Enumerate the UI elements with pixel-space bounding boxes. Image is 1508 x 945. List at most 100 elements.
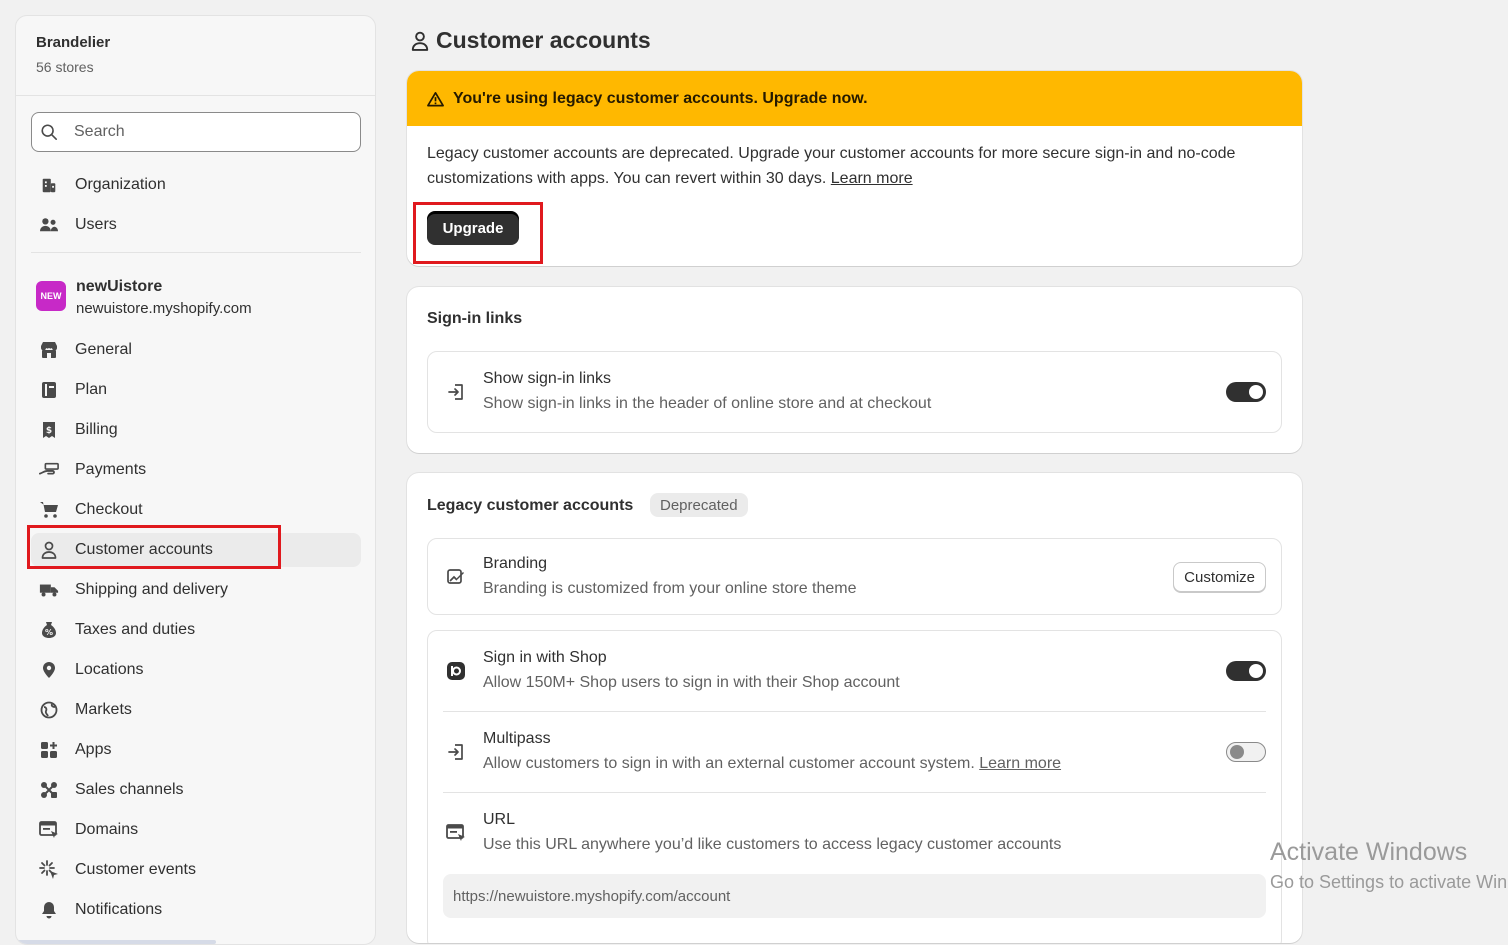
multipass-toggle[interactable] [1226, 742, 1266, 762]
sidebar-item-domains[interactable]: Domains [31, 813, 361, 847]
sidebar-item-label: Checkout [75, 501, 143, 518]
sidebar-item-apps[interactable]: Apps [31, 733, 361, 767]
sidebar-item-general[interactable]: General [31, 333, 361, 367]
sidebar-item-checkout[interactable]: Checkout [31, 493, 361, 527]
cart-icon [39, 500, 59, 520]
sidebar-item-sales-channels[interactable]: Sales channels [31, 773, 361, 807]
svg-text:%: % [45, 628, 53, 637]
image-brush-icon [445, 566, 467, 588]
sidebar-item-organization[interactable]: Organization [31, 168, 361, 202]
sidebar-item-notifications[interactable]: Notifications [31, 893, 361, 927]
users-icon [39, 215, 59, 235]
page-title: Customer accounts [410, 27, 651, 54]
settings-sidebar: Brandelier 56 stores Organization Users … [15, 15, 376, 945]
person-icon [410, 31, 430, 51]
warning-icon [427, 91, 444, 107]
sign-in-with-shop-toggle[interactable] [1226, 661, 1266, 681]
sidebar-item-billing[interactable]: $ Billing [31, 413, 361, 447]
store-switcher[interactable]: NEW newUistore newuistore.myshopify.com [36, 278, 252, 317]
search-box[interactable] [31, 112, 361, 152]
row-title: Sign in with Shop [483, 649, 607, 666]
row-title: URL [483, 811, 516, 828]
sidebar-item-label: Notifications [75, 901, 163, 918]
row-description: Branding is customized from your online … [483, 580, 857, 597]
row-title: Branding [483, 555, 548, 572]
show-sign-in-links-toggle[interactable] [1226, 382, 1266, 402]
sidebar-item-label: Sales channels [75, 781, 184, 798]
sidebar-item-markets[interactable]: Markets [31, 693, 361, 727]
show-sign-in-links-row: Show sign-in links Show sign-in links in… [427, 351, 1282, 433]
legacy-customer-accounts-card: Legacy customer accounts Deprecated Bran… [407, 473, 1302, 943]
sidebar-item-label: Locations [75, 661, 144, 678]
sidebar-item-label: Shipping and delivery [75, 581, 228, 598]
customize-button[interactable]: Customize [1173, 562, 1266, 592]
svg-text:$: $ [46, 426, 52, 436]
banner-header: You're using legacy customer accounts. U… [407, 71, 1302, 126]
domain-icon [39, 820, 59, 840]
row-description: Use this URL anywhere you’d like custome… [483, 836, 1062, 853]
tax-icon: % [39, 620, 59, 640]
row-divider [443, 792, 1266, 793]
sidebar-item-label: Apps [75, 741, 112, 758]
location-pin-icon [39, 660, 59, 680]
sidebar-item-label: Markets [75, 701, 132, 718]
row-divider [443, 711, 1266, 712]
payments-icon [39, 460, 59, 480]
learn-more-link[interactable]: Learn more [831, 170, 913, 187]
search-input[interactable] [72, 122, 336, 142]
sidebar-item-customer-events[interactable]: Customer events [31, 853, 361, 887]
sidebar-item-customer-accounts[interactable]: Customer accounts [31, 533, 361, 567]
banner-heading: You're using legacy customer accounts. U… [453, 89, 868, 107]
banner-body: Legacy customer accounts are deprecated.… [407, 126, 1302, 191]
legacy-settings-group: Sign in with Shop Allow 150M+ Shop users… [427, 630, 1282, 943]
row-description: Allow 150M+ Shop users to sign in with t… [483, 674, 900, 691]
sign-in-arrow-icon [445, 741, 467, 763]
plan-icon [39, 380, 59, 400]
row-description: Allow customers to sign in with an exter… [483, 755, 1061, 773]
upgrade-button[interactable]: Upgrade [427, 212, 519, 245]
sidebar-item-payments[interactable]: Payments [31, 453, 361, 487]
organization-name: Brandelier [36, 34, 111, 51]
branding-row: Branding Branding is customized from you… [427, 538, 1282, 615]
sidebar-item-label: Plan [75, 381, 108, 398]
row-title: Show sign-in links [483, 370, 612, 387]
sidebar-item-label: Taxes and duties [75, 621, 196, 638]
url-browser-icon [445, 822, 467, 844]
building-icon [39, 175, 59, 195]
sidebar-item-label: General [75, 341, 132, 358]
multipass-description-text: Allow customers to sign in with an exter… [483, 755, 975, 772]
search-icon [40, 123, 58, 141]
sidebar-item-label: Customer events [75, 861, 196, 878]
row-description: Show sign-in links in the header of onli… [483, 395, 932, 412]
legacy-accounts-title: Legacy customer accounts [427, 497, 634, 514]
sign-in-arrow-icon [445, 381, 467, 403]
receipt-icon: $ [39, 420, 59, 440]
sidebar-scrollbar[interactable] [16, 940, 216, 944]
store-name: newUistore [76, 278, 163, 295]
person-icon [39, 540, 59, 560]
bell-icon [39, 900, 59, 920]
page-title-text: Customer accounts [436, 27, 651, 53]
sidebar-item-label: Users [75, 216, 117, 233]
truck-icon [39, 580, 59, 600]
sidebar-item-locations[interactable]: Locations [31, 653, 361, 687]
channels-icon [39, 780, 59, 800]
store-icon [39, 340, 59, 360]
organization-header[interactable]: Brandelier 56 stores [16, 16, 375, 96]
organization-store-count: 56 stores [36, 59, 94, 75]
account-url-field[interactable]: https://newuistore.myshopify.com/account [443, 874, 1266, 918]
sidebar-item-label: Billing [75, 421, 118, 438]
sidebar-item-plan[interactable]: Plan [31, 373, 361, 407]
sidebar-item-shipping[interactable]: Shipping and delivery [31, 573, 361, 607]
multipass-learn-more-link[interactable]: Learn more [979, 755, 1061, 772]
sparkle-icon [39, 860, 59, 880]
store-url: newuistore.myshopify.com [76, 300, 252, 317]
legacy-upgrade-banner: You're using legacy customer accounts. U… [407, 71, 1302, 266]
sidebar-item-taxes[interactable]: % Taxes and duties [31, 613, 361, 647]
sign-in-links-card: Sign-in links Show sign-in links Show si… [407, 287, 1302, 453]
sidebar-item-users[interactable]: Users [31, 208, 361, 242]
sidebar-item-label: Organization [75, 176, 166, 193]
sign-in-links-title: Sign-in links [427, 310, 523, 327]
row-title: Multipass [483, 730, 551, 747]
deprecated-badge: Deprecated [650, 493, 748, 517]
